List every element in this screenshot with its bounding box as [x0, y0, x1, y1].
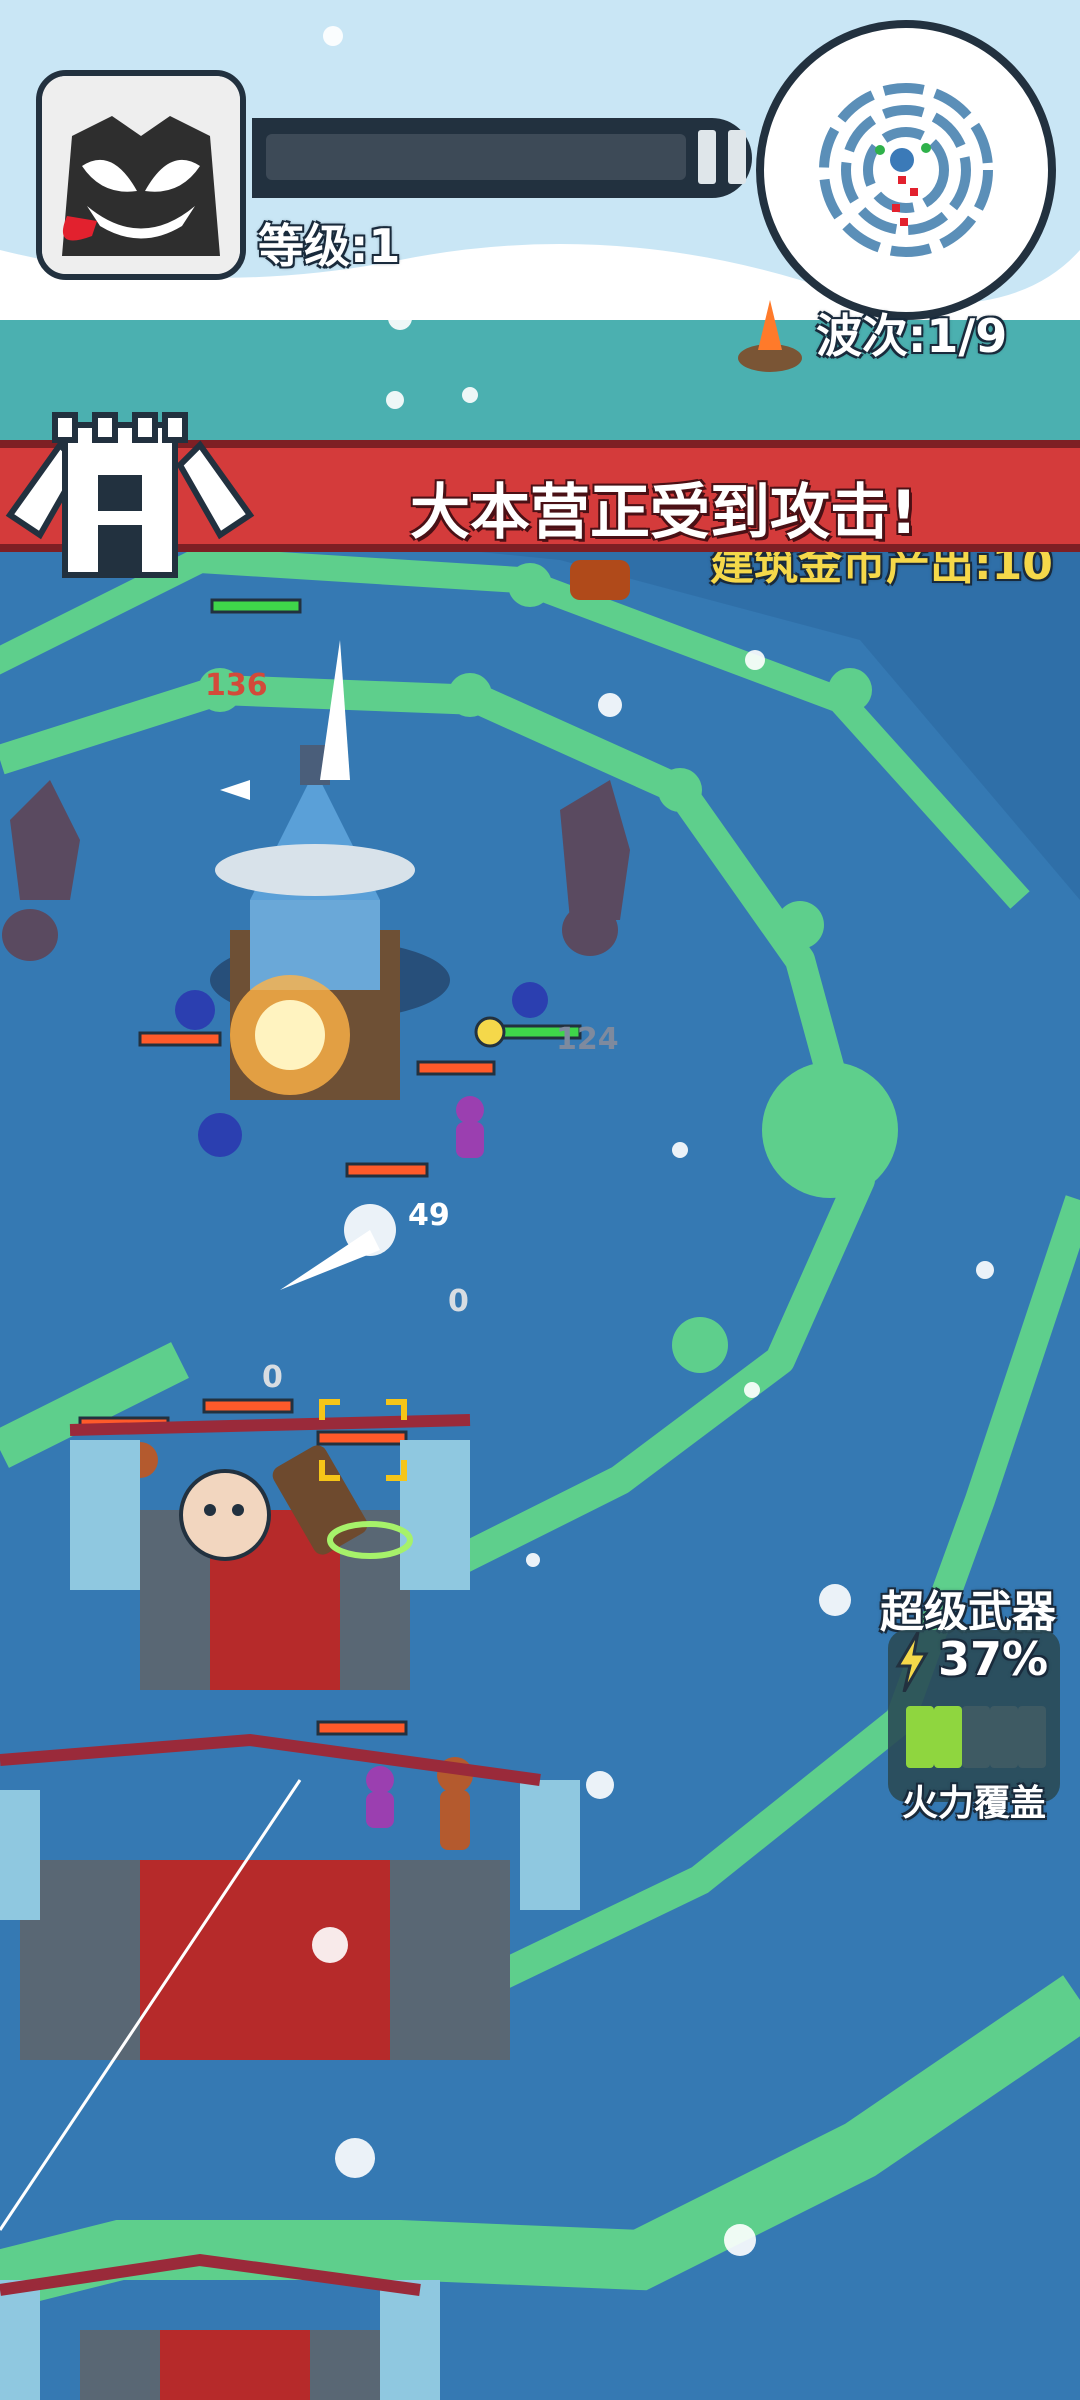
damage-number: 0	[262, 1360, 283, 1395]
damage-number: 124	[556, 1022, 619, 1057]
level-label: 等级:1	[258, 219, 401, 273]
player-avatar[interactable]	[36, 70, 246, 280]
charge-segment	[962, 1706, 990, 1768]
pause-icon-bar	[728, 130, 746, 184]
tower-hp-label: 136	[205, 668, 268, 703]
charge-segment	[990, 1706, 1018, 1768]
wave-label: 波次:1/9	[816, 309, 1008, 363]
damage-number: 49	[408, 1198, 450, 1233]
charge-segment	[906, 1706, 934, 1768]
pause-icon	[698, 130, 716, 184]
charge-segment	[1018, 1706, 1046, 1768]
alert-message: 大本营正受到攻击!	[410, 478, 918, 548]
minimap-map	[778, 42, 1034, 298]
level-progress-bar	[252, 118, 752, 198]
venom-face-icon	[42, 76, 240, 274]
castle-icon	[5, 412, 255, 578]
fire-coverage-label: 火力覆盖	[902, 1783, 1047, 1824]
minimap[interactable]	[756, 20, 1056, 320]
super-weapon-charge: 37%	[938, 1632, 1049, 1686]
lightning-bolt-icon	[895, 1632, 929, 1692]
super-weapon-charge-meter	[906, 1706, 1046, 1768]
charge-segment	[934, 1706, 962, 1768]
level-progress-track	[266, 134, 686, 180]
pause-button[interactable]	[688, 124, 756, 190]
damage-number: 0	[448, 1284, 469, 1319]
